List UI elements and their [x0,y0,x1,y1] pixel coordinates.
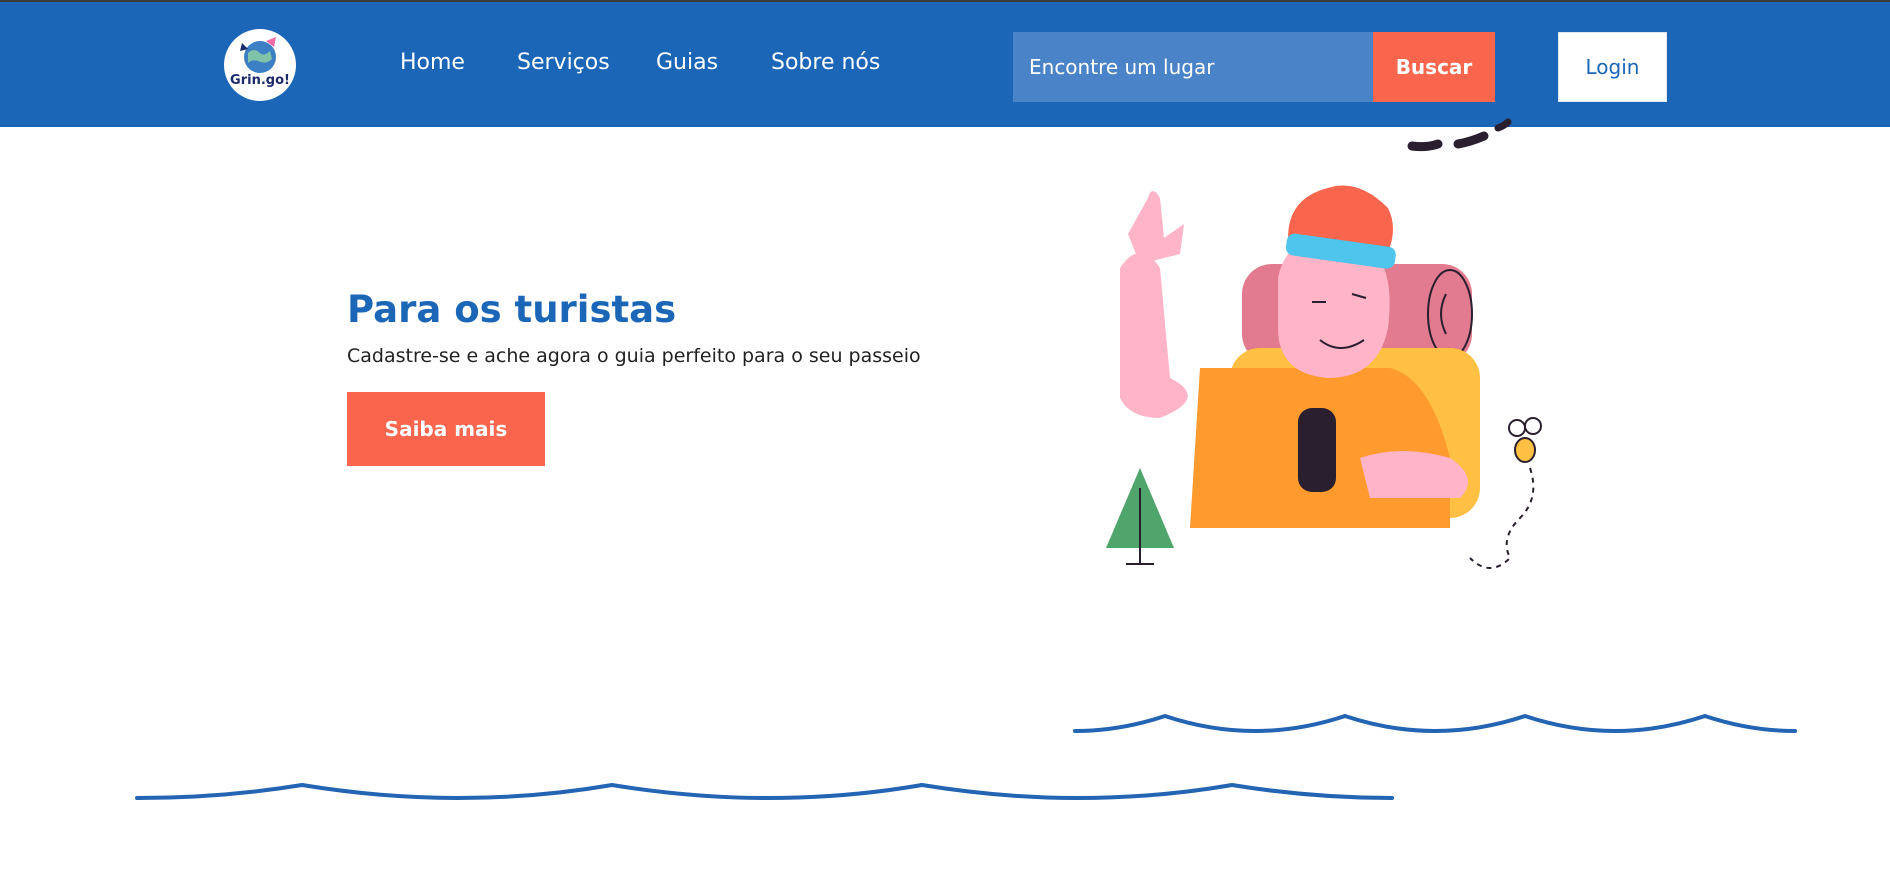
decorative-waves [135,713,1797,801]
wave-line-upper [1073,713,1797,734]
wave-line-lower [135,782,1394,801]
